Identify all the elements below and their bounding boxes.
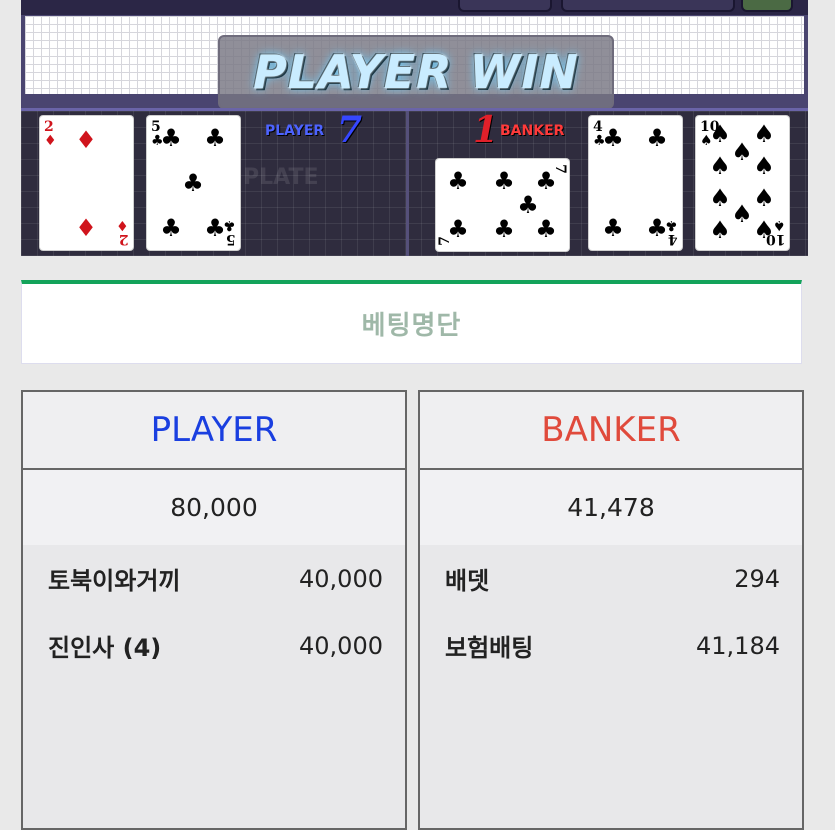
club-icon: ♣ xyxy=(646,124,668,152)
bet-row: 보험배팅 41,184 xyxy=(420,612,802,679)
spade-icon: ♠ xyxy=(731,200,753,228)
result-banner: PLAYER WIN xyxy=(218,35,614,109)
player-panel-title: PLAYER xyxy=(23,392,405,470)
club-icon: ♣ xyxy=(493,167,515,195)
card-rank: 7 xyxy=(552,164,569,174)
bet-amount: 294 xyxy=(734,564,780,593)
spade-icon: ♠ xyxy=(709,152,731,180)
bettor-name: 배뎃 xyxy=(445,567,490,595)
card-rank: 10 ♠ xyxy=(765,217,785,247)
club-icon: ♣ xyxy=(182,169,204,197)
diamond-icon: ♦ xyxy=(75,214,97,242)
player-card-1: 2 ♦ ♦ ♦ 2 ♦ xyxy=(40,116,133,250)
bet-amount: 40,000 xyxy=(299,631,383,660)
betting-list-title: 베팅명단 xyxy=(21,280,802,364)
bettor-name: 진인사 (4) xyxy=(48,634,162,662)
card-table: PLATE 2 ♦ ♦ ♦ 2 ♦ 5 ♣ ♣ ♣ ♣ ♣ ♣ 5 ♣ PLAYER 7… xyxy=(21,108,808,256)
spade-icon: ♠ xyxy=(709,120,731,148)
club-icon: ♣ xyxy=(602,124,624,152)
bet-amount: 41,184 xyxy=(696,631,780,660)
bet-row: 배뎃 294 xyxy=(420,545,802,612)
banker-bets-panel: BANKER 41,478 배뎃 294 보험배팅 41,184 xyxy=(418,390,804,830)
spade-icon: ♠ xyxy=(753,184,775,212)
top-bar-slot xyxy=(458,0,552,12)
diamond-icon: ♦ xyxy=(75,126,97,154)
banker-panel-title: BANKER xyxy=(420,392,802,470)
player-score: 7 xyxy=(337,109,363,151)
top-bar-button[interactable] xyxy=(741,0,793,12)
club-icon: ♣ xyxy=(447,167,469,195)
card-rank: 5 ♣ xyxy=(223,217,236,247)
banker-total: 41,478 xyxy=(420,470,802,545)
player-bets-panel: PLAYER 80,000 토북이와거끼 40,000 진인사 (4) 40,0… xyxy=(21,390,407,830)
club-icon: ♣ xyxy=(602,214,624,242)
baccarat-game-view: PLAYER WIN PLATE 2 ♦ ♦ ♦ 2 ♦ 5 ♣ ♣ ♣ ♣ ♣ ♣ … xyxy=(21,0,808,256)
top-bar-slot xyxy=(561,0,735,12)
club-icon: ♣ xyxy=(204,124,226,152)
player-total: 80,000 xyxy=(23,470,405,545)
spade-icon: ♠ xyxy=(753,152,775,180)
club-icon: ♣ xyxy=(160,214,182,242)
bet-amount: 40,000 xyxy=(299,564,383,593)
table-watermark: PLATE xyxy=(243,165,319,190)
club-icon: ♣ xyxy=(160,124,182,152)
bet-row: 진인사 (4) 40,000 xyxy=(23,612,405,679)
banker-card-1: ♣ ♣ ♣ ♣ ♣ ♣ ♣ 7 7 xyxy=(436,159,569,251)
table-divider xyxy=(406,111,409,256)
club-icon: ♣ xyxy=(517,191,539,219)
bet-row: 토북이와거끼 40,000 xyxy=(23,545,405,612)
spade-icon: ♠ xyxy=(731,138,753,166)
player-score-label: PLAYER xyxy=(265,123,325,139)
card-rank: 4 ♣ xyxy=(665,217,678,247)
card-rank: 2 ♦ xyxy=(116,217,129,247)
spade-icon: ♠ xyxy=(709,216,731,244)
club-icon: ♣ xyxy=(535,215,557,243)
spade-icon: ♠ xyxy=(753,120,775,148)
banker-card-2: 4 ♣ ♣ ♣ ♣ ♣ 4 ♣ xyxy=(589,116,682,250)
bettor-name: 보험배팅 xyxy=(445,634,534,662)
banker-score: 1 xyxy=(473,109,499,151)
club-icon: ♣ xyxy=(493,215,515,243)
game-top-bar xyxy=(21,0,808,15)
spade-icon: ♠ xyxy=(709,184,731,212)
player-card-2: 5 ♣ ♣ ♣ ♣ ♣ ♣ 5 ♣ xyxy=(147,116,240,250)
card-rank: 7 xyxy=(436,236,453,246)
banker-card-3: 10 ♠ ♠ ♠ ♠ ♠ ♠ ♠ ♠ ♠ ♠ ♠ 10 ♠ xyxy=(696,116,789,250)
card-rank: 2 ♦ xyxy=(44,119,57,149)
bettor-name: 토북이와거끼 xyxy=(48,567,181,595)
banker-score-label: BANKER xyxy=(500,123,565,139)
